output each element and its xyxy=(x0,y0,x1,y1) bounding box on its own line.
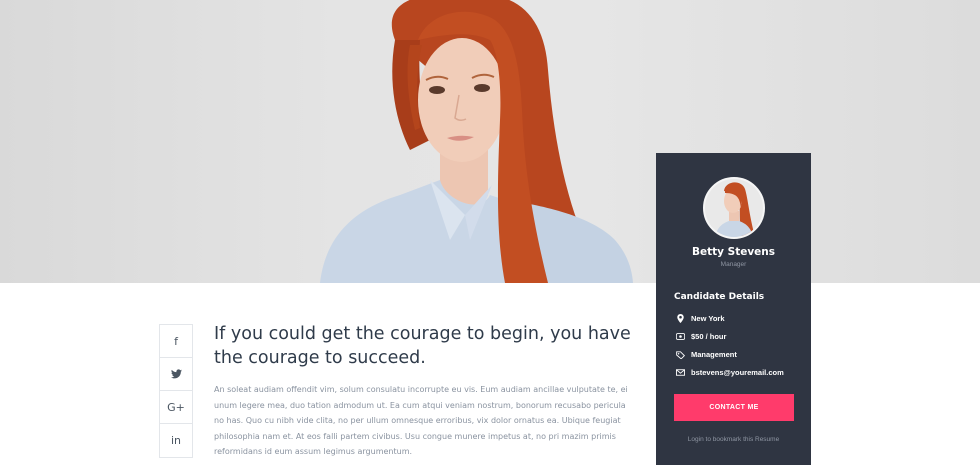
tag-icon xyxy=(674,350,686,359)
linkedin-share-button[interactable]: in xyxy=(160,424,192,457)
detail-location-text: New York xyxy=(691,314,725,323)
candidate-details-title: Candidate Details xyxy=(674,292,765,302)
facebook-icon: f xyxy=(174,334,178,348)
hero-banner xyxy=(0,0,980,283)
detail-category: Management xyxy=(674,350,737,359)
candidate-role: Manager xyxy=(720,261,747,268)
avatar xyxy=(703,177,765,239)
candidate-card: Betty Stevens Manager Candidate Details … xyxy=(656,153,811,465)
hero-portrait-image xyxy=(320,0,633,283)
detail-rate-text: $50 / hour xyxy=(691,332,727,341)
social-share-bar: f G+ in xyxy=(159,324,193,458)
twitter-share-button[interactable] xyxy=(160,358,192,391)
detail-email[interactable]: bstevens@youremail.com xyxy=(674,368,784,377)
google-plus-share-button[interactable]: G+ xyxy=(160,391,192,424)
resume-description: An soleat audiam offendit vim, solum con… xyxy=(214,385,628,456)
candidate-name: Betty Stevens xyxy=(691,246,776,258)
bookmark-resume-link[interactable]: Login to bookmark this Resume xyxy=(656,436,811,443)
google-plus-icon: G+ xyxy=(167,400,185,414)
linkedin-icon: in xyxy=(170,434,182,447)
detail-email-text[interactable]: bstevens@youremail.com xyxy=(691,368,784,377)
candidate-avatar-image xyxy=(705,179,763,237)
map-pin-icon xyxy=(674,314,686,323)
detail-category-text: Management xyxy=(691,350,737,359)
resume-quote-heading: If you could get the courage to begin, y… xyxy=(214,324,631,368)
envelope-icon xyxy=(674,369,686,376)
twitter-icon xyxy=(170,369,182,379)
facebook-share-button[interactable]: f xyxy=(160,325,192,358)
money-icon xyxy=(674,333,686,340)
detail-rate: $50 / hour xyxy=(674,332,726,341)
contact-me-button[interactable]: CONTACT ME xyxy=(674,394,794,421)
detail-location: New York xyxy=(674,314,725,323)
